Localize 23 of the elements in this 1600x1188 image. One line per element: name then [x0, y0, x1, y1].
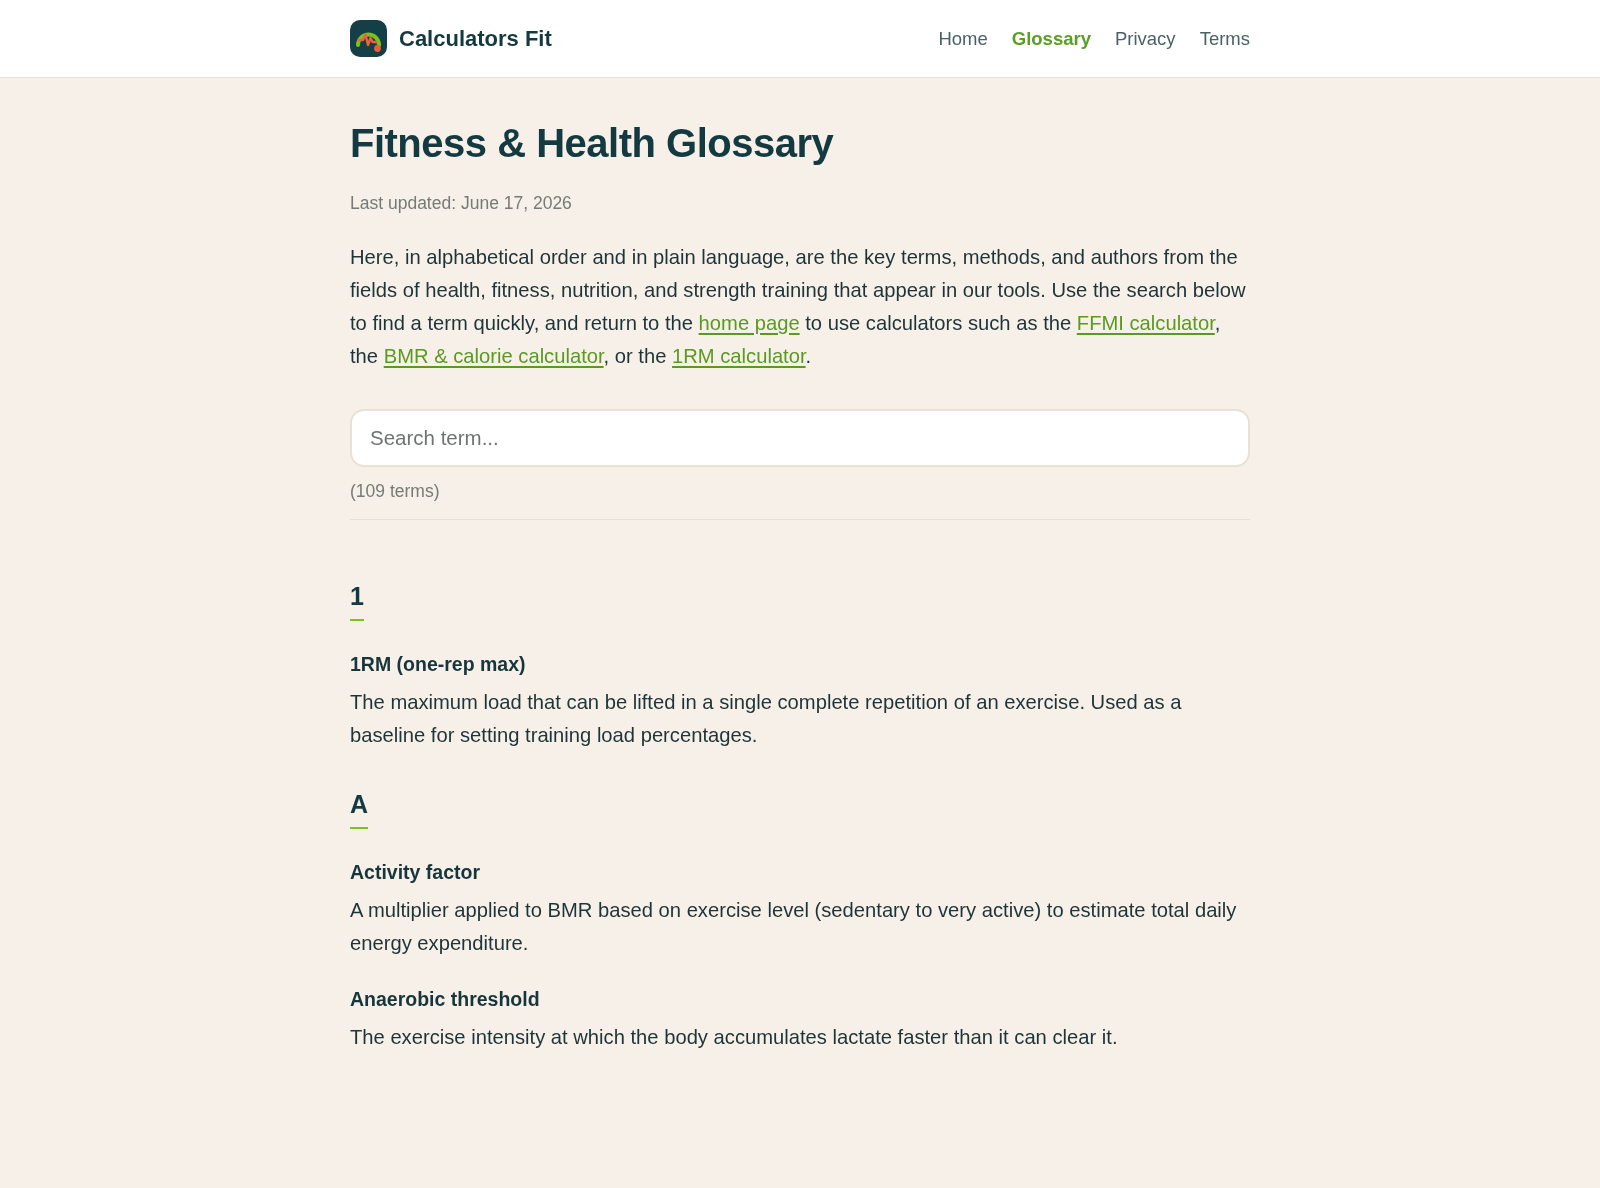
intro-paragraph: Here, in alphabetical order and in plain language, are the key terms, methods, and authors from the fields of health, fitness, nutrition, and strength training that appear in our tools. Use the search below to find a term quickly, and return to the home page to use calculators such as the FFMI calculator, the BMR & calorie calculator, or the 1RM calculator.: [350, 245, 1247, 369]
text-link[interactable]: BMR & calorie calculator: [383, 345, 604, 367]
term-title: 1RM (one-rep max): [350, 652, 527, 677]
site-name[interactable]: Calculators Fit: [399, 22, 552, 55]
search-field[interactable]: Search term...: [350, 409, 1250, 467]
page-title: Fitness & Health Glossary: [350, 120, 835, 167]
term-definition: A multiplier applied to BMR based on exercise level (sedentary to very active) to estimate total daily energy expenditure.: [350, 898, 1238, 956]
term-title: Activity factor: [350, 860, 482, 885]
text-link[interactable]: 1RM calculator: [672, 345, 806, 367]
nav-link[interactable]: Terms: [1199, 24, 1250, 53]
gauge-logo-icon: [350, 20, 387, 57]
nav-link[interactable]: Glossary: [1011, 24, 1091, 53]
letter-heading: A: [350, 789, 369, 829]
text-link[interactable]: FFMI calculator: [1076, 312, 1215, 334]
last-updated-text: Last updated: June 17, 2026: [350, 192, 573, 215]
letter-heading: 1: [350, 581, 364, 621]
term-title: Anaerobic threshold: [350, 987, 541, 1012]
term-definition: The maximum load that can be lifted in a single complete repetition of an exercise. Used as a baseline for setting training load percentages.: [350, 690, 1183, 748]
text-link[interactable]: home page: [698, 312, 800, 334]
term-definition: The exercise intensity at which the body accumulates lactate faster than it can clear it.: [350, 1025, 1119, 1050]
nav-link[interactable]: Privacy: [1114, 24, 1176, 53]
term-count: (109 terms): [350, 480, 441, 503]
nav-link[interactable]: Home: [938, 24, 988, 53]
